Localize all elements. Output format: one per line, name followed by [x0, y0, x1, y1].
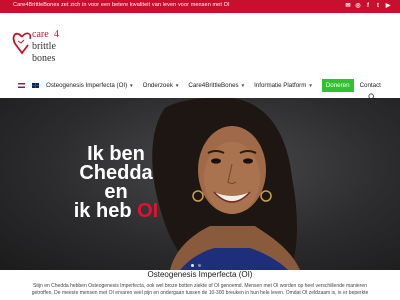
tagline: Care4BrittleBones zet zich in voor een b… — [13, 2, 230, 8]
hero-slider[interactable]: Ik ben Chedda en ik heb OI — [0, 98, 400, 270]
slider-dot-2[interactable] — [198, 264, 201, 267]
nav-item-oi[interactable]: Osteogenesis Imperfecta (OI) ▼ — [46, 82, 134, 89]
instagram-icon[interactable]: ◎ — [354, 2, 362, 10]
logo-word-care: care — [32, 29, 49, 40]
nav-item-contact[interactable]: Contact — [360, 82, 381, 89]
donate-button[interactable]: Doneren — [321, 78, 354, 92]
nav-item-care4brittlebones[interactable]: Care4BrittleBones ▼ — [188, 82, 245, 89]
intro-paragraph: Stijn en Chedda hebben Osteogenesis Impe… — [31, 283, 369, 296]
nav-item-label: Onderzoek — [142, 81, 173, 89]
flag-nl-icon[interactable] — [18, 82, 25, 88]
flag-uk-icon[interactable] — [32, 82, 39, 88]
nav-item-label: Care4BrittleBones — [188, 81, 239, 89]
social-links: ✉ ◎ f t ▶ — [344, 2, 392, 10]
logo-word-bones: bones — [32, 53, 55, 64]
nav-item-onderzoek[interactable]: Onderzoek ▼ — [143, 82, 180, 89]
hero-headline: Ik ben Chedda en ik heb OI — [66, 144, 166, 222]
top-bar: Care4BrittleBones zet zich in voor een b… — [0, 0, 400, 13]
chevron-down-icon: ▼ — [129, 82, 134, 88]
nav-item-informatie-platform[interactable]: Informatie Platform ▼ — [254, 82, 313, 89]
nav-item-label: Informatie Platform — [254, 81, 307, 89]
headline-line-3-text: ik heb — [73, 200, 138, 222]
chevron-down-icon: ▼ — [308, 82, 313, 88]
youtube-icon[interactable]: ▶ — [384, 2, 392, 10]
section-title: Osteogenesis Imperfecta (OI) — [147, 270, 253, 279]
facebook-icon[interactable]: f — [364, 2, 372, 10]
headline-line-2: Chedda en — [79, 162, 153, 203]
headline-highlight: OI — [137, 200, 159, 222]
hero-portrait-image — [152, 98, 300, 270]
slider-pagination — [191, 264, 201, 267]
logo-number: 4 — [54, 29, 59, 40]
care4brittlebones-logo[interactable]: care 4 brittle bones — [12, 23, 92, 71]
chevron-down-icon: ▼ — [240, 82, 246, 88]
nav-item-label: Osteogenesis Imperfecta (OI) — [46, 81, 128, 89]
slider-dot-1[interactable] — [191, 264, 194, 267]
headline-line-3: ik heb OI — [66, 200, 166, 222]
logo-word-brittle: brittle — [32, 41, 56, 52]
site-header: care 4 brittle bones Osteogenesis Imperf… — [0, 13, 400, 101]
mail-icon[interactable]: ✉ — [344, 2, 352, 10]
chevron-down-icon: ▼ — [174, 82, 180, 88]
twitter-icon[interactable]: t — [374, 2, 382, 10]
main-nav: Osteogenesis Imperfecta (OI) ▼ Onderzoek… — [18, 78, 381, 92]
